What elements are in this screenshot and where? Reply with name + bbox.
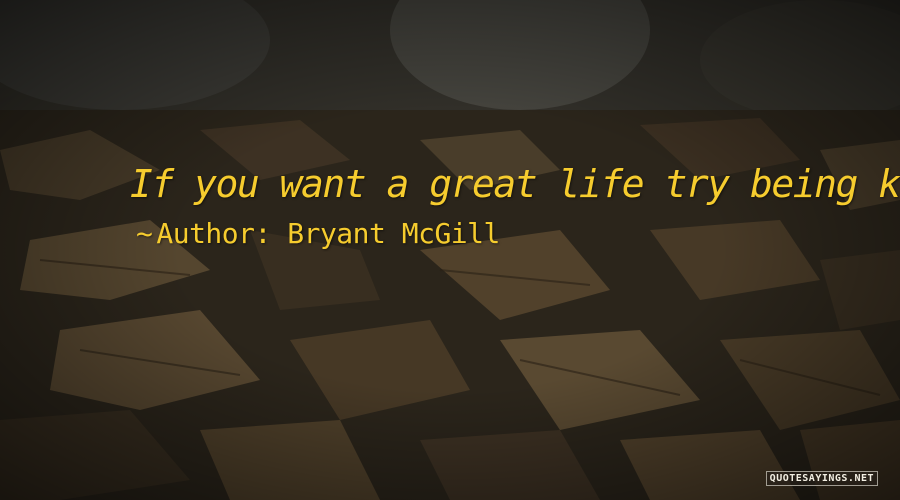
author-line: ~ Author: Bryant McGill [136, 216, 850, 252]
quote-text: If you want a great life try being kind. [130, 162, 900, 206]
author-label: Author: [156, 217, 271, 250]
watermark: quotesayings.net [765, 471, 878, 486]
author-name: Bryant McGill [287, 217, 500, 250]
author-prefix: ~ [136, 217, 153, 250]
quote-block: If you want a great life try being kind.… [130, 160, 900, 252]
quote-image: If you want a great life try being kind.… [0, 0, 900, 500]
